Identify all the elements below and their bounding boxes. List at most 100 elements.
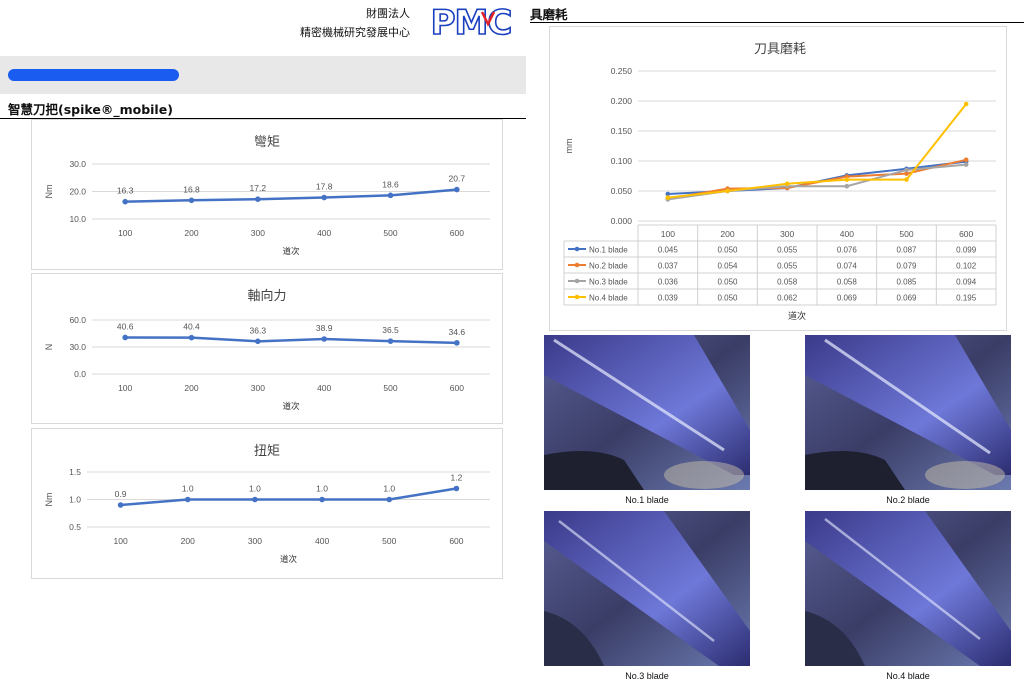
y-tick-label: 0.5 [69, 522, 81, 532]
x-tick-label: 100 [661, 229, 675, 239]
table-cell-value: 0.055 [777, 246, 798, 255]
y-tick-label: 30.0 [69, 342, 86, 352]
data-point [387, 192, 394, 199]
chart-title: 扭矩 [254, 443, 280, 458]
data-point [844, 183, 850, 189]
x-tick-label: 100 [118, 228, 132, 238]
legend-key-marker [574, 278, 580, 284]
y-tick-label: 0.050 [611, 186, 633, 196]
table-cell-value: 0.050 [717, 294, 738, 303]
series-line-4 [667, 103, 967, 199]
organization-name: 財團法人 精密機械研究發展中心 [250, 4, 410, 42]
table-cell-value: 0.058 [777, 278, 798, 287]
y-tick-label: 1.0 [69, 495, 81, 505]
data-label: 40.4 [183, 322, 200, 332]
chart-wear: 刀具磨耗 mm 0.000 0.050 0.100 0.150 0.200 0.250 100 2… [549, 26, 1007, 331]
logo-text: PMC [431, 4, 512, 42]
torque-chart-svg: 扭矩 Nm 0.5 1.0 1.5 100 200 300 400 500 600 道次 0.9 1.0 1… [44, 443, 490, 564]
data-label: 40.6 [117, 321, 134, 331]
series-line [120, 487, 457, 507]
data-point [844, 177, 850, 182]
table-cell-value: 0.050 [717, 278, 738, 287]
data-label: 36.5 [382, 325, 399, 335]
x-tick-label: 400 [317, 383, 331, 393]
data-point [725, 188, 730, 194]
data-point [453, 485, 460, 492]
data-point [963, 157, 969, 163]
data-point [255, 338, 261, 345]
legend-key-marker [574, 262, 580, 268]
photo-caption-4: No.4 blade [886, 671, 930, 681]
data-point [454, 186, 460, 193]
data-point [321, 194, 327, 201]
data-point [386, 496, 393, 503]
blade-photo-3 [544, 511, 750, 666]
data-point [904, 167, 909, 173]
legend-key-marker [574, 294, 580, 300]
photo-caption-3: No.3 blade [625, 671, 669, 681]
redacted-bar [8, 69, 179, 81]
y-tick-label: 1.5 [69, 467, 81, 477]
x-tick-label: 600 [450, 228, 464, 238]
x-tick-label: 100 [113, 536, 127, 546]
table-cell-value: 0.195 [956, 294, 977, 303]
data-point [665, 195, 671, 200]
y-tick-label: 0.150 [611, 126, 633, 136]
y-axis-label: Nm [44, 185, 54, 199]
chart-title: 刀具磨耗 [754, 41, 806, 56]
x-tick-label: 400 [317, 228, 331, 238]
y-tick-label: 20.0 [69, 187, 86, 197]
x-tick-label: 400 [840, 229, 854, 239]
table-cell-value: 0.085 [896, 278, 917, 287]
data-point [319, 496, 325, 503]
x-tick-label: 200 [181, 536, 195, 546]
table-cell-value: 0.045 [658, 246, 679, 255]
table-cell-value: 0.099 [956, 246, 977, 255]
data-label: 34.6 [449, 327, 466, 337]
y-axis-label: N [44, 344, 54, 351]
x-tick-label: 400 [315, 536, 329, 546]
data-label: 16.3 [117, 186, 134, 196]
series-line-1 [667, 160, 967, 195]
y-tick-label: 30.0 [69, 159, 86, 169]
data-label: 16.8 [183, 184, 200, 194]
wear-chart-svg: 刀具磨耗 mm 0.000 0.050 0.100 0.150 0.200 0.250 100 2… [563, 41, 997, 321]
series-line [125, 336, 457, 345]
data-label: 1.0 [182, 484, 194, 494]
data-point [188, 334, 195, 341]
data-label: 36.3 [250, 325, 267, 335]
x-tick-label: 200 [184, 383, 198, 393]
data-point [904, 177, 909, 182]
y-tick-label: 0.000 [611, 216, 633, 226]
data-point [255, 196, 261, 202]
y-tick-label: 0.0 [74, 369, 86, 379]
x-tick-label: 500 [382, 536, 396, 546]
data-point [122, 198, 128, 205]
chart-bending: 彎矩 Nm 10.0 20.0 30.0 100 200 300 400 500 600 道次 16.3… [31, 119, 503, 270]
table-cell-value: 0.074 [837, 262, 858, 271]
data-label: 20.7 [449, 174, 466, 184]
chart-axial: 軸向力 N 0.0 30.0 60.0 100 200 300 400 500 600 道次 40.6 4… [31, 273, 503, 424]
data-label: 1.0 [249, 484, 261, 494]
x-tick-label: 500 [899, 229, 913, 239]
x-axis-label: 道次 [788, 310, 806, 321]
data-label: 17.8 [316, 182, 333, 192]
table-cell-value: 0.058 [837, 278, 858, 287]
legend-entry: No.1 blade [589, 246, 628, 255]
y-tick-label: 0.200 [611, 96, 633, 106]
data-point [184, 496, 191, 503]
data-point [963, 162, 969, 167]
table-cell-value: 0.050 [717, 246, 738, 255]
x-tick-label: 200 [184, 228, 198, 238]
data-point [122, 334, 128, 341]
y-tick-label: 0.250 [611, 66, 633, 76]
data-point [188, 197, 195, 204]
right-section-title: 具磨耗 [530, 7, 568, 22]
data-label: 1.0 [316, 484, 328, 494]
table-cell-value: 0.102 [956, 262, 977, 271]
table-cell-value: 0.054 [717, 262, 738, 271]
blade-photo-1 [544, 335, 750, 490]
y-axis-label: mm [564, 139, 574, 154]
data-label: 1.2 [451, 473, 463, 483]
table-cell-value: 0.069 [896, 294, 917, 303]
